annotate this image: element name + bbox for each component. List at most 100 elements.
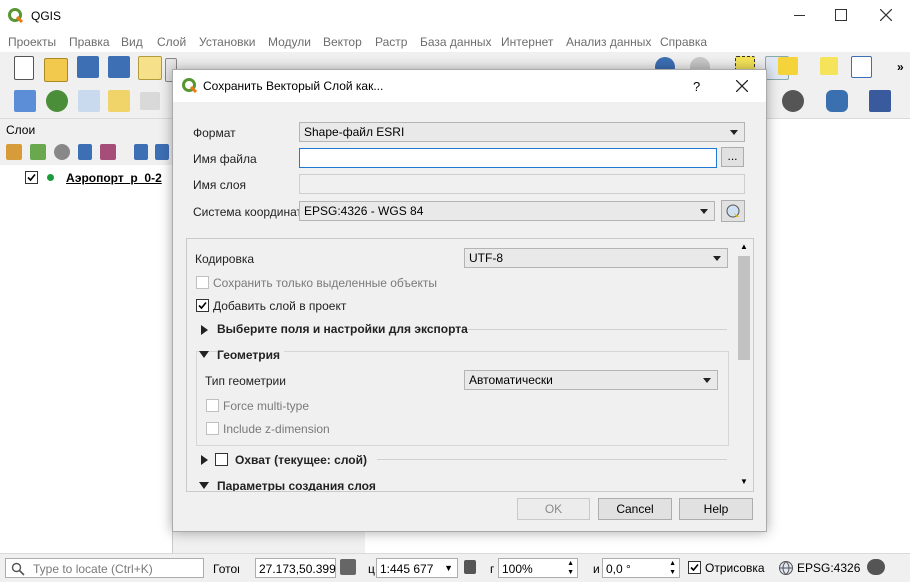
layers-panel-toolbar (0, 139, 172, 165)
dialog-help-button[interactable]: ? (693, 79, 700, 94)
magnifier-label: г (490, 562, 495, 576)
extent-checkbox[interactable] (215, 453, 228, 466)
gps-icon[interactable] (782, 90, 804, 112)
rotation-spinbox[interactable]: 0,0 ° ▲ ▼ (602, 558, 680, 578)
menu-edit[interactable]: Правка (69, 35, 110, 49)
menu-project[interactable]: Проекты (8, 35, 56, 49)
toggle-extents-icon[interactable] (340, 559, 356, 575)
print-layout-icon[interactable] (138, 56, 162, 80)
close-window-button[interactable] (868, 0, 908, 31)
save-project-icon[interactable] (77, 56, 99, 78)
collapse-all-icon[interactable] (155, 144, 169, 160)
maximize-button[interactable] (825, 0, 865, 31)
format-value: Shape-файл ESRI (304, 125, 405, 139)
scrollbar-thumb[interactable] (738, 256, 750, 360)
menu-layer[interactable]: Слой (157, 35, 186, 49)
crs-select-button[interactable] (721, 200, 745, 222)
filename-input[interactable] (299, 148, 717, 168)
save-as-icon[interactable] (108, 56, 130, 78)
geometry-type-combo[interactable]: Автоматически (464, 370, 718, 390)
dialog-titlebar: Сохранить Векторый Слой как... ? (173, 70, 766, 102)
format-combo[interactable]: Shape-файл ESRI (299, 122, 745, 142)
layer-tree: Аэропорт_р_0-2 (0, 165, 172, 553)
scale-combo[interactable]: 1:445 677 ▼ (376, 558, 458, 578)
expand-all-icon[interactable] (134, 144, 148, 160)
add-wms-icon[interactable] (46, 90, 68, 112)
menu-view[interactable]: Вид (121, 35, 143, 49)
section-divider (467, 329, 727, 330)
geometry-type-value: Автоматически (469, 373, 553, 387)
fields-section-title: Выберите поля и настройки для экспорта (217, 322, 468, 336)
python-icon[interactable] (826, 90, 848, 112)
menu-help[interactable]: Справка (660, 35, 707, 49)
add-to-project-checkbox[interactable] (196, 299, 209, 312)
add-group-icon[interactable] (30, 144, 46, 160)
locate-search-box[interactable]: Type to locate (Ctrl+K) (5, 558, 204, 578)
lock-scale-icon[interactable] (464, 560, 476, 574)
style-brush-icon[interactable] (6, 144, 22, 160)
checkmark-icon (690, 563, 699, 572)
attribute-table-icon[interactable] (778, 57, 798, 75)
spin-arrows-icon[interactable]: ▲ ▼ (567, 559, 574, 577)
chevron-down-icon (730, 130, 738, 135)
plugin-icon[interactable] (140, 92, 160, 110)
toolbar-overflow-icon[interactable]: » (897, 60, 904, 74)
menu-settings[interactable]: Установки (199, 35, 255, 49)
encoding-combo[interactable]: UTF-8 (464, 248, 728, 268)
layers-panel: Слои Аэропорт_р_0-2 (0, 119, 173, 553)
menu-raster[interactable]: Растр (375, 35, 407, 49)
layer-options-section-title: Параметры создания слоя (217, 479, 376, 492)
geometry-section-title: Геометрия (217, 348, 285, 362)
menu-vector[interactable]: Вектор (323, 35, 362, 49)
browse-label: ... (727, 149, 738, 163)
crs-status[interactable]: EPSG:4326 (797, 561, 860, 575)
scroll-down-icon[interactable]: ▼ (740, 477, 748, 486)
digitize-icon[interactable] (78, 90, 100, 112)
help-button[interactable]: Help (679, 498, 753, 520)
new-project-icon[interactable] (14, 56, 34, 80)
minimize-button[interactable] (780, 0, 820, 31)
vertical-scrollbar[interactable]: ▲ ▼ (736, 239, 752, 491)
force-multi-checkbox (206, 399, 219, 412)
menu-database[interactable]: База данных (420, 35, 491, 49)
chevron-down-icon: ▼ (444, 563, 453, 573)
extent-section-title: Охват (текущее: слой) (235, 453, 367, 467)
save-vector-layer-dialog: Сохранить Векторый Слой как... ? Формат … (172, 69, 767, 532)
layername-input (299, 174, 745, 194)
messages-icon[interactable] (867, 559, 885, 575)
filter-icon[interactable] (78, 144, 92, 160)
layer-visibility-checkbox[interactable] (25, 171, 38, 184)
options-scroll-area[interactable]: Кодировка UTF-8 Сохранить только выделен… (186, 238, 754, 492)
coordinate-field[interactable]: 27.173,50.399 (255, 558, 336, 578)
coordinate-label: Готов (213, 562, 239, 576)
open-project-icon[interactable] (44, 58, 68, 82)
crs-combo[interactable]: EPSG:4326 - WGS 84 (299, 201, 715, 221)
help-label: Help (703, 502, 729, 516)
cancel-button[interactable]: Cancel (598, 498, 672, 520)
include-z-label: Include z-dimension (223, 422, 330, 436)
visibility-eye-icon[interactable] (54, 144, 70, 160)
close-icon[interactable] (736, 80, 748, 92)
magnifier-spinbox[interactable]: 100% ▲ ▼ (498, 558, 578, 578)
open-table-icon[interactable] (851, 56, 872, 78)
layers-panel-header: Слои (0, 119, 172, 139)
menu-plugins[interactable]: Модули (268, 35, 311, 49)
layer-name[interactable]: Аэропорт_р_0-2 (66, 171, 162, 185)
menu-web[interactable]: Интернет (501, 35, 553, 49)
render-checkbox[interactable] (688, 561, 701, 574)
scroll-up-icon[interactable]: ▲ (740, 242, 748, 251)
collapse-arrow-icon (199, 482, 209, 489)
search-icon (11, 562, 25, 576)
add-raster-icon[interactable] (14, 90, 36, 112)
browse-button[interactable]: ... (721, 147, 744, 167)
checkmark-icon (198, 301, 207, 310)
edit-pencil-icon[interactable] (108, 90, 130, 112)
expression-filter-icon[interactable] (100, 144, 116, 160)
deselect-icon[interactable] (820, 57, 838, 75)
menu-processing[interactable]: Анализ данных (566, 35, 651, 49)
save-selected-label: Сохранить только выделенные объекты (213, 276, 438, 290)
status-bar: Type to locate (Ctrl+K) Готов 27.173,50.… (0, 553, 910, 582)
help-contents-icon[interactable] (869, 90, 891, 112)
spin-arrows-icon[interactable]: ▲ ▼ (669, 559, 676, 577)
ok-button: OK (517, 498, 590, 520)
